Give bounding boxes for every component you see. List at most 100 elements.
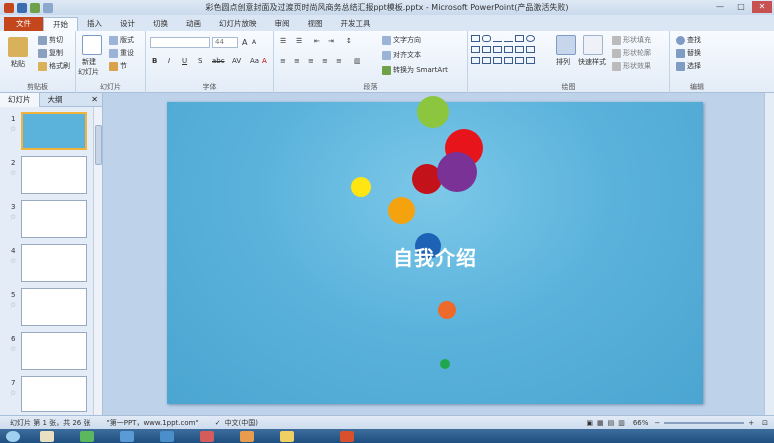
elbow-shape-icon[interactable]	[493, 46, 502, 53]
view-sorter-icon[interactable]: ▦	[597, 419, 604, 427]
maximize-button[interactable]: □	[731, 1, 751, 13]
slide-thumbnail[interactable]	[21, 156, 87, 194]
font-size-select[interactable]: 44	[212, 37, 238, 48]
misc-shape-icon[interactable]	[526, 57, 535, 64]
rectangle-shape-icon[interactable]	[471, 35, 480, 42]
brace-right-icon[interactable]	[515, 57, 524, 64]
layout-button[interactable]: 版式	[109, 35, 134, 45]
green-small-dot[interactable]	[440, 359, 450, 369]
block-arrow-icon[interactable]	[504, 46, 513, 53]
fit-window-icon[interactable]: ⊡	[762, 419, 768, 427]
green-dot[interactable]	[417, 96, 449, 128]
purple-dot[interactable]	[437, 152, 477, 192]
slide-thumbnail[interactable]	[21, 200, 87, 238]
align-center-icon[interactable]: ≡	[294, 57, 300, 65]
arrow-line-icon[interactable]	[504, 41, 513, 42]
scrollbar-thumb[interactable]	[95, 125, 102, 165]
tab-slideshow[interactable]: 幻灯片放映	[210, 17, 266, 31]
app-icon[interactable]	[160, 431, 174, 442]
folder-icon[interactable]	[280, 431, 294, 442]
bold-icon[interactable]: B	[152, 57, 157, 65]
decrease-indent-icon[interactable]: ⇤	[314, 37, 320, 45]
shapes-gallery[interactable]	[470, 34, 550, 67]
right-arrow-icon[interactable]	[515, 46, 524, 53]
bracket-shape-icon[interactable]	[504, 57, 513, 64]
zoom-level[interactable]: 66%	[633, 419, 649, 427]
shape-outline-button[interactable]: 形状轮廓	[612, 48, 651, 58]
align-right-icon[interactable]: ≡	[308, 57, 314, 65]
editor-scrollbar[interactable]	[764, 93, 774, 415]
format-painter-button[interactable]: 格式刷	[38, 61, 70, 71]
pane-scrollbar[interactable]	[93, 107, 102, 415]
tab-slides[interactable]: 幻灯片	[0, 92, 40, 107]
app-icon[interactable]	[120, 431, 134, 442]
select-button[interactable]: 选择	[676, 61, 701, 71]
tab-outline[interactable]: 大纲	[40, 93, 71, 107]
zoom-slider[interactable]	[664, 421, 745, 424]
grow-font-icon[interactable]: A	[242, 38, 247, 47]
find-button[interactable]: 查找	[676, 35, 701, 45]
yellow-dot[interactable]	[351, 177, 371, 197]
new-slide-button[interactable]: 新建	[82, 57, 96, 67]
slide-canvas[interactable]: 自我介绍	[167, 96, 703, 404]
replace-button[interactable]: 替换	[676, 48, 701, 58]
text-direction-button[interactable]: 文字方向	[382, 35, 421, 45]
tab-animations[interactable]: 动画	[177, 17, 210, 31]
tab-file[interactable]: 文件	[4, 17, 43, 31]
triangle-shape-icon[interactable]	[471, 46, 480, 53]
app-icon[interactable]	[80, 431, 94, 442]
app-icon[interactable]	[200, 431, 214, 442]
distribute-icon[interactable]: ≡	[336, 57, 342, 65]
section-button[interactable]: 节	[109, 61, 127, 71]
orange-dot[interactable]	[388, 197, 415, 224]
new-slide-icon[interactable]	[82, 35, 102, 55]
reset-button[interactable]: 重设	[109, 48, 134, 58]
zoom-out-icon[interactable]: −	[654, 419, 660, 427]
close-pane-icon[interactable]: ✕	[91, 95, 98, 104]
curve-shape-icon[interactable]	[493, 57, 502, 64]
font-color-icon[interactable]: A	[262, 57, 267, 65]
paste-button[interactable]: 粘贴	[11, 59, 25, 69]
justify-icon[interactable]: ≡	[322, 57, 328, 65]
smartart-button[interactable]: 转换为 SmartArt	[382, 65, 448, 75]
rounded-rect-icon[interactable]	[482, 35, 491, 42]
shape-effects-button[interactable]: 形状效果	[612, 61, 651, 71]
char-spacing-icon[interactable]: AV	[232, 57, 241, 65]
oval-shape-icon[interactable]	[526, 35, 535, 42]
slide-thumbnail[interactable]	[21, 332, 87, 370]
line-shape-icon[interactable]	[493, 41, 502, 42]
app-icon[interactable]	[240, 431, 254, 442]
font-family-select[interactable]	[150, 37, 210, 48]
paste-icon[interactable]	[8, 37, 28, 57]
view-normal-icon[interactable]: ▣	[586, 419, 593, 427]
close-button[interactable]: ✕	[752, 1, 772, 13]
shape-fill-button[interactable]: 形状填充	[612, 35, 651, 45]
line-spacing-icon[interactable]: ↕	[346, 37, 352, 45]
arrange-icon[interactable]	[556, 35, 576, 55]
start-icon[interactable]	[6, 431, 20, 442]
connector-shape-icon[interactable]	[482, 46, 491, 53]
change-case-icon[interactable]: Aa	[250, 57, 259, 65]
slide-title[interactable]: 自我介绍	[167, 242, 703, 271]
slide-thumbnail[interactable]	[21, 288, 87, 326]
slide-thumbnail[interactable]	[21, 376, 87, 412]
tab-review[interactable]: 审阅	[266, 17, 299, 31]
italic-icon[interactable]: I	[168, 57, 170, 65]
cut-button[interactable]: 剪切	[38, 35, 63, 45]
numbering-icon[interactable]: ☰	[296, 37, 302, 45]
tab-view[interactable]: 视图	[299, 17, 332, 31]
tab-developer[interactable]: 开发工具	[332, 17, 380, 31]
tab-home[interactable]: 开始	[43, 17, 78, 31]
tab-design[interactable]: 设计	[111, 17, 144, 31]
explorer-icon[interactable]	[40, 431, 54, 442]
strike-icon[interactable]: abc	[212, 57, 225, 65]
view-slideshow-icon[interactable]: ▥	[618, 419, 625, 427]
align-left-icon[interactable]: ≡	[280, 57, 286, 65]
columns-icon[interactable]: ▥	[354, 57, 361, 65]
slide-thumbnail[interactable]	[21, 112, 87, 150]
quick-styles-icon[interactable]	[583, 35, 603, 55]
arrange-button[interactable]: 排列	[556, 57, 570, 67]
slide-thumbnail[interactable]	[21, 244, 87, 282]
align-text-button[interactable]: 对齐文本	[382, 50, 421, 60]
tab-insert[interactable]: 插入	[78, 17, 111, 31]
